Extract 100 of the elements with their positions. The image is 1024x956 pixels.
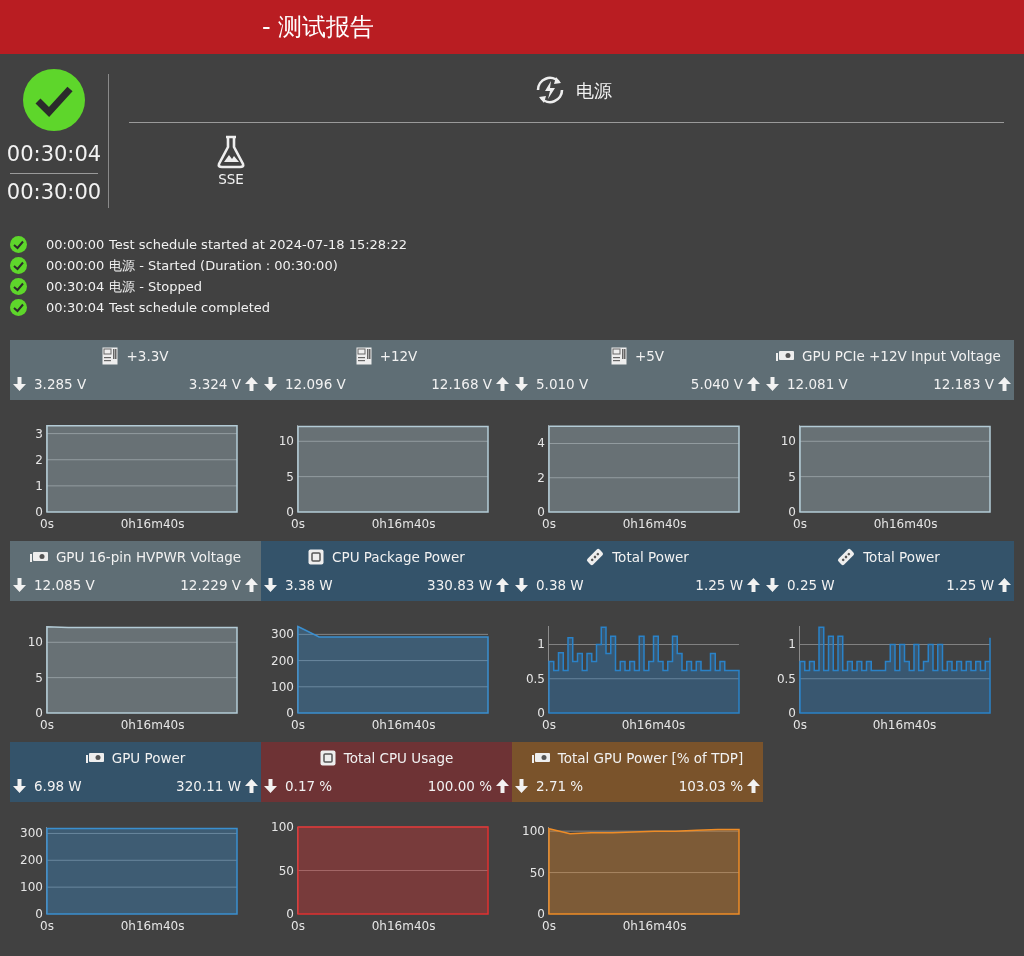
max-value: 12.168 V: [431, 375, 492, 394]
up-arrow-icon: [998, 578, 1011, 593]
down-arrow-icon: [13, 578, 26, 593]
down-arrow-icon: [515, 578, 528, 593]
sensor-name: Total GPU Power [% of TDP]: [557, 748, 744, 768]
axis-label: 0s: [291, 919, 305, 933]
success-check-icon: [10, 257, 27, 274]
axis-label: 0h16m40s: [371, 517, 436, 531]
min-value: 6.98 W: [34, 777, 82, 796]
axis-label: 0: [537, 706, 545, 720]
min-value: 0.38 W: [536, 576, 584, 595]
axis-label: 100: [522, 824, 545, 839]
down-arrow-icon: [766, 578, 779, 593]
axis-label: 100: [271, 820, 294, 834]
log-time: 00:30:04: [46, 299, 106, 317]
max-value: 12.183 V: [933, 375, 994, 394]
min-value: 0.17 %: [285, 777, 333, 796]
down-arrow-icon: [515, 377, 528, 392]
up-arrow-icon: [747, 377, 760, 392]
chip-icon: [319, 750, 336, 766]
axis-label: 10: [278, 434, 294, 449]
axis-label: 1: [788, 637, 796, 652]
axis-label: 0: [286, 706, 294, 720]
axis-label: 0: [35, 706, 43, 720]
axis-label: 0s: [793, 718, 807, 732]
up-arrow-icon: [496, 779, 509, 794]
window-title: - 测试报告: [262, 12, 375, 43]
log-time: 00:00:00: [46, 257, 106, 275]
axis-label: 0.5: [525, 671, 545, 686]
down-arrow-icon: [13, 377, 26, 392]
sensor-name: Total Power: [863, 547, 940, 567]
axis-label: 0: [537, 505, 545, 519]
min-value: 12.096 V: [285, 375, 346, 394]
down-arrow-icon: [766, 377, 779, 392]
log-message: 电源 - Started (Duration : 00:30:00): [109, 257, 338, 275]
min-value: 0.25 W: [787, 576, 835, 595]
max-value: 12.229 V: [180, 576, 241, 595]
axis-label: 0: [537, 907, 545, 921]
max-value: 100.00 %: [427, 777, 492, 796]
axis-label: 200: [20, 853, 43, 868]
axis-label: 0h16m40s: [873, 517, 938, 531]
axis-label: 100: [271, 679, 294, 694]
axis-label: 100: [20, 880, 43, 895]
log-message: Test schedule started at 2024-07-18 15:28:22: [109, 236, 408, 254]
max-value: 3.324 V: [188, 375, 241, 394]
down-arrow-icon: [515, 779, 528, 794]
max-value: 330.83 W: [427, 576, 492, 595]
up-arrow-icon: [496, 377, 509, 392]
axis-label: 0: [286, 505, 294, 519]
axis-label: 5: [788, 469, 796, 484]
success-check-icon: [10, 278, 27, 295]
sensor-name: +3.3V: [126, 346, 169, 366]
flask-icon: [216, 135, 246, 169]
chip-icon: [308, 549, 325, 565]
axis-label: 0: [35, 505, 43, 519]
log-message: 电源 - Stopped: [109, 278, 202, 296]
axis-label: 0h16m40s: [371, 718, 436, 732]
axis-label: 0s: [40, 718, 54, 732]
log-time: 00:30:04: [46, 278, 106, 296]
log-time: 00:00:00: [46, 236, 106, 254]
axis-label: 10: [780, 434, 796, 449]
axis-label: 5: [286, 469, 294, 484]
axis-label: 2: [537, 470, 545, 485]
axis-label: 200: [271, 653, 294, 668]
axis-label: 0: [286, 907, 294, 921]
min-value: 12.085 V: [34, 576, 95, 595]
axis-label: 0h16m40s: [120, 919, 185, 933]
sensor-name: GPU 16-pin HVPWR Voltage: [55, 547, 242, 567]
success-check-icon: [10, 236, 27, 253]
down-arrow-icon: [264, 779, 277, 794]
axis-label: 0s: [542, 517, 556, 531]
motherboard-icon: [610, 347, 627, 365]
axis-label: 0h16m40s: [621, 718, 686, 732]
axis-label: 0.5: [776, 671, 796, 686]
elapsed-time: 00:30:04: [6, 142, 102, 168]
axis-label: 0s: [40, 919, 54, 933]
max-value: 320.11 W: [176, 777, 241, 796]
max-value: 103.03 %: [678, 777, 743, 796]
success-check-icon: [10, 299, 27, 316]
axis-label: 0h16m40s: [622, 517, 687, 531]
axis-label: 0: [788, 505, 796, 519]
motherboard-icon: [355, 347, 372, 365]
axis-label: 50: [278, 863, 294, 878]
duration-time: 00:30:00: [6, 180, 102, 206]
axis-label: 0s: [291, 517, 305, 531]
max-value: 1.25 W: [695, 576, 743, 595]
axis-label: 3: [35, 426, 43, 441]
axis-label: 0s: [793, 517, 807, 531]
graphics-card-icon: [776, 350, 795, 362]
axis-label: 1: [537, 637, 545, 652]
min-value: 2.71 %: [536, 777, 584, 796]
up-arrow-icon: [747, 779, 760, 794]
axis-label: 0h16m40s: [371, 919, 436, 933]
axis-label: 0s: [291, 718, 305, 732]
axis-label: 50: [529, 865, 545, 880]
test-name: 电源: [575, 78, 612, 103]
up-arrow-icon: [245, 779, 258, 794]
sensor-name: CPU Package Power: [332, 547, 465, 567]
axis-label: 4: [537, 436, 545, 451]
up-arrow-icon: [245, 377, 258, 392]
